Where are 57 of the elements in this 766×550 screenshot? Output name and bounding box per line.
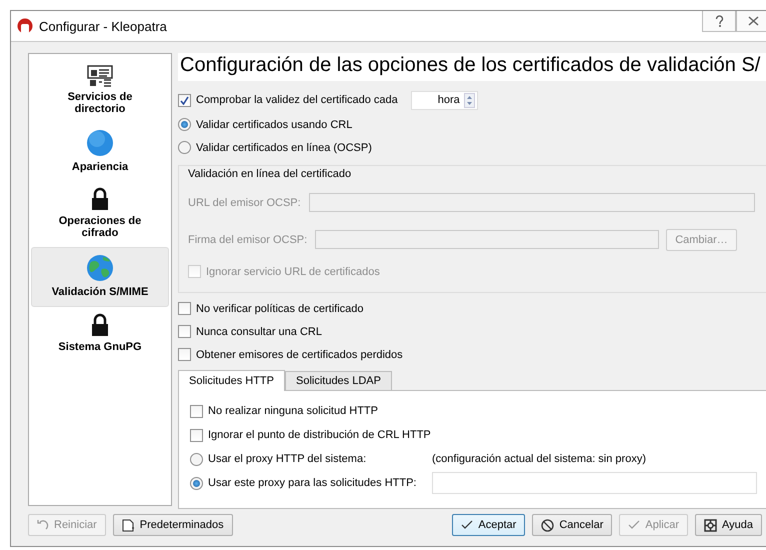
sphere-icon bbox=[86, 129, 114, 157]
page-heading: Configuración de las opciones de los certificados de validación S/ bbox=[178, 53, 766, 81]
lock-icon bbox=[90, 313, 110, 337]
radio-button[interactable] bbox=[190, 476, 203, 490]
document-icon bbox=[122, 518, 135, 532]
option-label: Ignorar servicio URL de certificados bbox=[206, 266, 380, 278]
sidebar-item[interactable]: Sistema GnuPG bbox=[31, 307, 169, 361]
checkmark-icon bbox=[461, 520, 474, 530]
lock-icon bbox=[90, 187, 110, 211]
field-label: URL del emisor OCSP: bbox=[188, 196, 301, 208]
option-label: Validar certificados usando CRL bbox=[196, 118, 352, 130]
radio-button[interactable] bbox=[190, 452, 203, 466]
field-label: Firma del emisor OCSP: bbox=[188, 234, 308, 246]
option-label: No verificar políticas de certificado bbox=[196, 302, 364, 314]
radio-button[interactable] bbox=[178, 141, 191, 154]
sidebar-item[interactable]: Validación S/MIME bbox=[31, 247, 169, 307]
checkbox[interactable] bbox=[178, 325, 191, 338]
dialog-button[interactable]: Cancelar bbox=[532, 514, 612, 536]
proxy-input[interactable] bbox=[432, 472, 757, 494]
tab[interactable]: Solicitudes LDAP bbox=[284, 371, 392, 390]
lifebuoy-icon bbox=[704, 518, 717, 532]
checkbox[interactable] bbox=[178, 348, 191, 361]
checkbox[interactable] bbox=[178, 94, 191, 106]
globe-icon bbox=[86, 254, 114, 282]
option-label: Usar el proxy HTTP del sistema: bbox=[208, 453, 366, 465]
help-icon bbox=[714, 15, 724, 27]
undo-icon bbox=[37, 519, 49, 531]
spin-box[interactable]: hora bbox=[410, 90, 478, 110]
contact-card-icon bbox=[87, 65, 113, 87]
checkbox[interactable] bbox=[178, 302, 191, 315]
radio-button[interactable] bbox=[178, 118, 191, 131]
prohibited-icon bbox=[541, 518, 554, 532]
tab[interactable]: Solicitudes HTTP bbox=[178, 370, 285, 391]
checkbox[interactable] bbox=[190, 404, 203, 418]
option-label: Usar este proxy para las solicitudes HTTP: bbox=[208, 477, 416, 489]
app-logo-icon bbox=[17, 18, 33, 34]
help-button[interactable] bbox=[702, 11, 736, 32]
sidebar-item[interactable]: Servicios de directorio bbox=[31, 59, 169, 123]
spin-arrows-icon bbox=[464, 92, 475, 108]
option-label: Ignorar el punto de distribución de CRL HTTP bbox=[208, 429, 431, 441]
window-title: Configurar - Kleopatra bbox=[39, 18, 167, 34]
checkbox[interactable] bbox=[190, 428, 203, 442]
option-label: Obtener emisores de certificados perdidos bbox=[196, 348, 403, 360]
option-label: Comprobar la validez del certificado cada bbox=[196, 94, 398, 106]
sidebar-item[interactable]: Operaciones de cifrado bbox=[31, 181, 169, 247]
sidebar-item[interactable]: Apariencia bbox=[31, 123, 169, 181]
dialog-button[interactable]: Predeterminados bbox=[112, 514, 233, 536]
option-label: Validar certificados en línea (OCSP) bbox=[196, 142, 372, 154]
proxy-note: (configuración actual del sistema: sin proxy) bbox=[432, 453, 647, 465]
option-label: Nunca consultar una CRL bbox=[196, 326, 322, 338]
dialog-button[interactable]: Ayuda bbox=[695, 514, 762, 536]
group-title: Validación en línea del certificado bbox=[188, 168, 352, 182]
checkmark-icon bbox=[628, 520, 640, 530]
close-icon bbox=[748, 16, 758, 26]
option-label: No realizar ninguna solicitud HTTP bbox=[208, 405, 378, 417]
dialog-button[interactable]: Aceptar bbox=[452, 514, 526, 536]
close-button[interactable] bbox=[736, 11, 766, 32]
